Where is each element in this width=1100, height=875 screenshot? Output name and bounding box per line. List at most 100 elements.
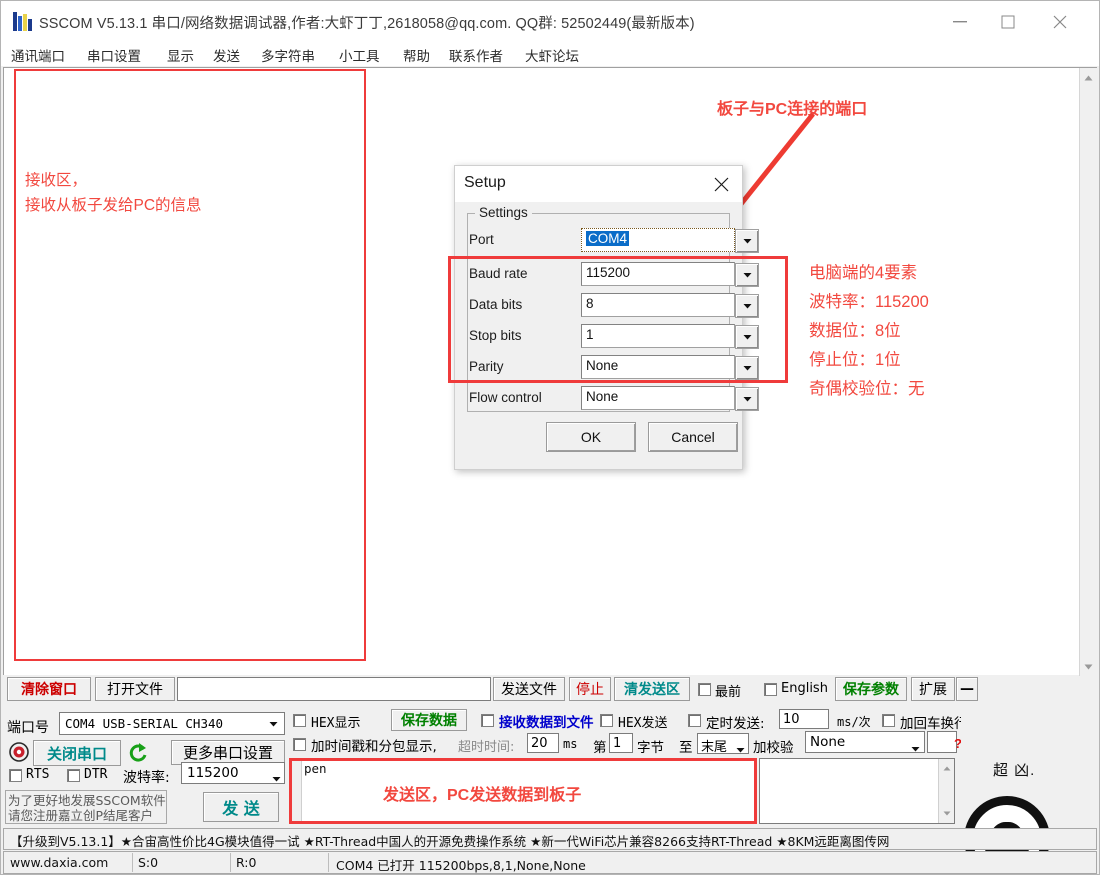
english-label: English [781, 681, 828, 696]
dtr-checkbox[interactable] [67, 769, 80, 782]
port-number-label: 端口号 [7, 720, 49, 736]
byte-to-value: 末尾 [701, 740, 728, 755]
timeout-input[interactable]: 20 [527, 733, 559, 753]
menu-item-comm-port[interactable]: 通讯端口 [11, 45, 65, 65]
title-bar: SSCOM V5.13.1 串口/网络数据调试器,作者:大虾丁丁,2618058… [1, 1, 1099, 42]
app-icon [13, 12, 32, 31]
checksum-select[interactable]: None [805, 731, 925, 753]
port-dropdown-icon[interactable] [735, 229, 759, 253]
status-bar: www.daxia.com S:0 R:0 COM4 已打开 115200bps… [3, 851, 1097, 874]
menu-item-help[interactable]: 帮助 [403, 45, 430, 65]
hex-display-checkbox[interactable] [293, 714, 306, 727]
status-sent: S:0 [138, 855, 159, 870]
port-status-icon [9, 742, 29, 762]
menu-item-contact[interactable]: 联系作者 [449, 45, 503, 65]
add-crlf-checkbox[interactable] [882, 714, 895, 727]
receive-annotation: 接收区， 接收从板子发给PC的信息 [25, 172, 202, 214]
byte-from-input[interactable]: 1 [609, 733, 633, 753]
scroll-down-icon[interactable] [1080, 658, 1097, 675]
baud-rate-select-value: 115200 [187, 765, 239, 781]
field-label-flow-control: Flow control [469, 390, 542, 405]
checksum-dropdown-icon[interactable] [911, 740, 920, 755]
clear-send-button[interactable]: 清发送区 [614, 677, 690, 701]
menu-item-display[interactable]: 显示 [167, 45, 194, 65]
dtr-label: DTR [84, 767, 108, 782]
port-select[interactable]: COM4 USB-SERIAL CH340 [59, 712, 285, 735]
timed-send-label: 定时发送: [706, 716, 765, 732]
close-icon[interactable] [1037, 1, 1083, 42]
refresh-icon[interactable] [129, 742, 149, 764]
logo-caption: 超 凶. [993, 762, 1036, 779]
timestamp-checkbox[interactable] [293, 738, 306, 751]
field-label-port: Port [469, 232, 494, 247]
promo-banner-text: 【升级到V5.13.1】★合宙高性价比4G模块值得一试 ★RT-Thread中国… [10, 834, 890, 849]
dialog-close-icon[interactable] [706, 170, 736, 198]
byte-to-dropdown-icon[interactable] [736, 741, 745, 756]
promo-banner[interactable]: 【升级到V5.13.1】★合宙高性价比4G模块值得一试 ★RT-Thread中国… [3, 828, 1097, 850]
english-checkbox[interactable] [764, 683, 777, 696]
checksum-label: 加校验 [753, 740, 794, 756]
open-file-button[interactable]: 打开文件 [95, 677, 175, 701]
aux-scroll-up-icon[interactable] [939, 760, 954, 777]
four-elements-annotation: 电脑端的4要素 波特率：115200 数据位：8位 停止位：1位 奇偶校验位：无 [809, 264, 929, 398]
add-crlf-label: 加回车换行 [900, 716, 968, 732]
byte-from-label: 第 [593, 740, 607, 756]
send-aux-scrollbar[interactable] [938, 759, 954, 823]
port-value: COM4 [586, 231, 630, 246]
file-path-input[interactable] [177, 677, 491, 701]
flow-control-combobox[interactable]: None [581, 386, 759, 411]
register-note-box: 为了更好地发展SSCOM软件 请您注册嘉立创P结尾客户 [5, 790, 167, 824]
menu-item-multistring[interactable]: 多字符串 [261, 45, 315, 65]
checksum-extra-input[interactable] [927, 731, 957, 753]
dialog-title-bar: Setup [455, 166, 742, 202]
save-params-button[interactable]: 保存参数 [835, 677, 907, 701]
scroll-up-icon[interactable] [1080, 69, 1097, 86]
baud-rate-label: 波特率: [123, 770, 170, 786]
close-port-button[interactable]: 关闭串口 [33, 740, 121, 766]
topmost-checkbox[interactable] [698, 683, 711, 696]
hex-send-checkbox[interactable] [600, 714, 613, 727]
receive-highlight-box [14, 69, 366, 661]
port-combobox[interactable]: COM4 [581, 228, 759, 253]
status-received: R:0 [236, 855, 257, 870]
aux-scroll-down-icon[interactable] [939, 805, 954, 822]
port-select-dropdown-icon[interactable] [263, 714, 283, 733]
maximize-icon[interactable] [985, 1, 1031, 42]
baud-rate-select[interactable]: 115200 [181, 762, 285, 784]
send-aux-textarea[interactable] [759, 758, 955, 824]
menu-bar: 通讯端口 串口设置 显示 发送 多字符串 小工具 帮助 联系作者 大虾论坛 [1, 42, 1099, 66]
byte-from-value: 1 [613, 736, 622, 751]
timed-send-value: 10 [783, 712, 800, 727]
cancel-button[interactable]: Cancel [648, 422, 738, 452]
menu-item-tools[interactable]: 小工具 [339, 45, 380, 65]
ok-button[interactable]: OK [546, 422, 636, 452]
flow-control-value: None [586, 389, 619, 404]
save-data-button[interactable]: 保存数据 [391, 709, 467, 731]
menu-item-send[interactable]: 发送 [213, 45, 240, 65]
send-scrollbar[interactable] [290, 759, 302, 823]
rts-checkbox[interactable] [9, 769, 22, 782]
byte-to-select[interactable]: 末尾 [697, 733, 749, 756]
port-panel: 端口号 COM4 USB-SERIAL CH340 关闭串口 更多串口设置 RT… [3, 704, 286, 826]
byte-to-label: 至 [679, 740, 693, 756]
flow-control-dropdown-icon[interactable] [735, 387, 759, 411]
hex-display-label: HEX显示 [311, 716, 361, 731]
send-annotation: 发送区，PC发送数据到板子 [383, 787, 582, 804]
stop-button[interactable]: 停止 [569, 677, 611, 701]
minimize-icon[interactable] [937, 1, 983, 42]
menu-item-forum[interactable]: 大虾论坛 [525, 45, 579, 65]
send-text: pen [304, 761, 327, 776]
send-file-button[interactable]: 发送文件 [493, 677, 565, 701]
timed-send-input[interactable]: 10 [779, 709, 829, 729]
recv-to-file-checkbox[interactable] [481, 714, 494, 727]
extend-button[interactable]: 扩展 [911, 677, 955, 701]
status-site[interactable]: www.daxia.com [10, 855, 108, 870]
receive-scrollbar[interactable] [1079, 68, 1097, 676]
timed-send-checkbox[interactable] [688, 714, 701, 727]
collapse-button[interactable]: — [956, 677, 978, 701]
menu-item-serial-settings[interactable]: 串口设置 [87, 45, 141, 65]
clear-window-button[interactable]: 清除窗口 [7, 677, 91, 701]
send-button[interactable]: 发 送 [203, 792, 279, 822]
settings-group-label: Settings [475, 205, 532, 220]
baud-rate-select-dropdown-icon[interactable] [272, 770, 281, 785]
